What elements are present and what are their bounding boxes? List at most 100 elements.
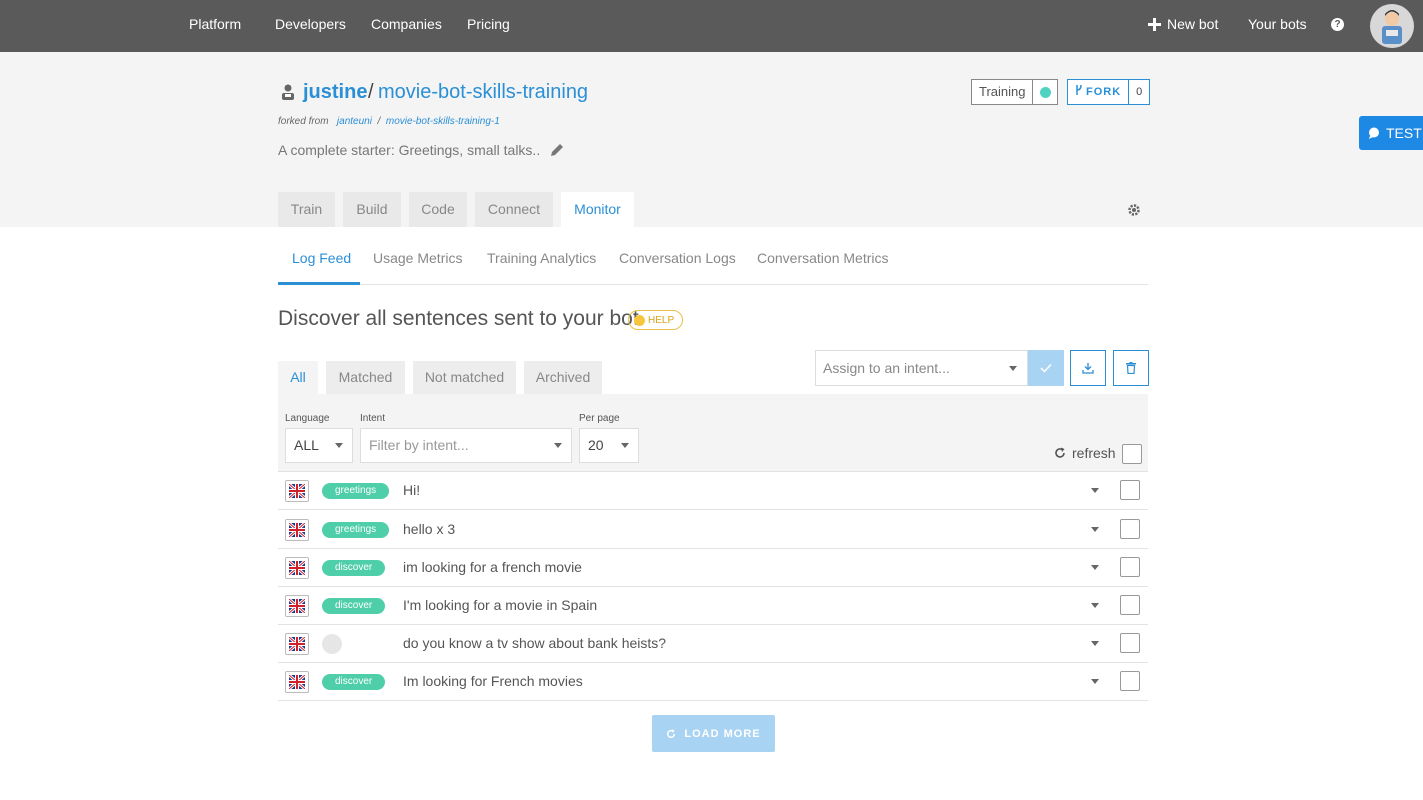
gear-icon[interactable] <box>1127 203 1141 217</box>
chevron-down-icon[interactable] <box>1091 527 1099 532</box>
fork-label-wrap: FORK <box>1068 80 1130 104</box>
log-sentence: Hi! <box>403 482 421 498</box>
load-more-button[interactable]: LOAD MORE <box>652 715 775 752</box>
new-bot-button[interactable]: New bot <box>1148 16 1218 32</box>
chat-bubble-icon <box>1369 127 1379 139</box>
uk-flag-icon <box>285 557 309 579</box>
nav-your-bots[interactable]: Your bots <box>1248 16 1307 32</box>
bot-owner-link[interactable]: justine <box>303 81 367 104</box>
log-row: discover I'm looking for a movie in Spai… <box>278 587 1148 625</box>
assign-intent-placeholder: Assign to an intent... <box>823 360 950 376</box>
refresh-label: refresh <box>1072 445 1116 461</box>
refresh-icon <box>1055 447 1065 458</box>
nav-developers[interactable]: Developers <box>275 16 346 32</box>
log-row: discover im looking for a french movie <box>278 549 1148 587</box>
subtab-usage-metrics[interactable]: Usage Metrics <box>373 250 462 266</box>
intent-filter-select[interactable]: Filter by intent... <box>360 428 572 463</box>
nav-companies[interactable]: Companies <box>371 16 442 32</box>
row-checkbox[interactable] <box>1120 519 1140 539</box>
intent-label: Intent <box>360 413 386 424</box>
filter-tab-archived[interactable]: Archived <box>524 361 602 394</box>
log-row: discover Im looking for French movies <box>278 663 1148 701</box>
tab-build[interactable]: Build <box>343 192 401 227</box>
chevron-down-icon[interactable] <box>1091 488 1099 493</box>
help-label: HELP <box>648 314 675 326</box>
select-all-checkbox[interactable] <box>1122 444 1142 464</box>
filter-tab-all[interactable]: All <box>278 361 318 394</box>
per-page-select[interactable]: 20 <box>579 428 639 463</box>
subtab-log-feed[interactable]: Log Feed <box>292 250 351 266</box>
log-row: greetings Hi! <box>278 472 1148 510</box>
subtab-divider <box>278 284 1148 285</box>
plus-icon <box>1148 17 1161 31</box>
refresh-icon <box>667 728 676 738</box>
fork-source-separator: / <box>377 116 381 127</box>
intent-pill[interactable]: discover <box>322 598 386 614</box>
subtab-conversation-logs[interactable]: Conversation Logs <box>619 250 736 266</box>
fork-source-user-link[interactable]: janteuni <box>337 116 372 127</box>
chevron-down-icon[interactable] <box>1091 641 1099 646</box>
load-more-label: LOAD MORE <box>684 727 761 740</box>
new-bot-label: New bot <box>1167 16 1219 32</box>
fork-button[interactable]: FORK 0 <box>1067 79 1151 105</box>
fork-label: FORK <box>1086 86 1122 98</box>
status-dot-icon <box>1033 80 1057 104</box>
intent-pill[interactable]: greetings <box>322 483 390 499</box>
row-checkbox[interactable] <box>1120 595 1140 615</box>
bot-path-separator: / <box>368 81 374 103</box>
uk-flag-icon <box>285 480 309 502</box>
intent-pill[interactable]: greetings <box>322 522 390 538</box>
filter-tab-not-matched[interactable]: Not matched <box>413 361 516 394</box>
help-badge[interactable]: HELP <box>628 310 684 330</box>
language-select[interactable]: ALL <box>285 428 353 463</box>
intent-pill[interactable]: discover <box>322 674 386 690</box>
chevron-down-icon <box>621 443 629 448</box>
chevron-down-icon <box>554 443 562 448</box>
tab-connect[interactable]: Connect <box>475 192 553 227</box>
tab-code[interactable]: Code <box>409 192 467 227</box>
delete-button[interactable] <box>1113 350 1149 386</box>
uk-flag-icon <box>285 671 309 693</box>
row-checkbox[interactable] <box>1120 633 1140 653</box>
log-sentence: Im looking for French movies <box>403 673 583 689</box>
row-checkbox[interactable] <box>1120 557 1140 577</box>
bot-description: A complete starter: Greetings, small tal… <box>278 142 564 158</box>
intent-pill[interactable]: discover <box>322 560 386 576</box>
tab-train[interactable]: Train <box>278 192 335 227</box>
test-bot-button[interactable]: TEST <box>1359 116 1423 150</box>
bot-name-link[interactable]: movie-bot-skills-training <box>378 81 588 104</box>
uk-flag-icon <box>285 595 309 617</box>
per-page-value: 20 <box>588 437 604 453</box>
nav-pricing[interactable]: Pricing <box>467 16 510 32</box>
row-checkbox[interactable] <box>1120 480 1140 500</box>
archive-button[interactable] <box>1070 350 1106 386</box>
subtab-training-analytics[interactable]: Training Analytics <box>487 250 596 266</box>
filter-tab-matched[interactable]: Matched <box>326 361 405 394</box>
assign-intent-select[interactable]: Assign to an intent... <box>815 350 1028 386</box>
help-face-icon <box>634 314 645 326</box>
subtab-conversation-metrics[interactable]: Conversation Metrics <box>757 250 889 266</box>
fork-icon <box>1076 84 1082 95</box>
no-intent-placeholder[interactable] <box>322 634 342 654</box>
bot-description-text: A complete starter: Greetings, small tal… <box>278 142 541 158</box>
help-circle-icon[interactable]: ? <box>1331 18 1344 31</box>
fork-source-bot-link[interactable]: movie-bot-skills-training-1 <box>386 116 500 127</box>
chevron-down-icon[interactable] <box>1091 565 1099 570</box>
row-checkbox[interactable] <box>1120 671 1140 691</box>
nav-platform[interactable]: Platform <box>189 16 241 32</box>
chevron-down-icon <box>335 443 343 448</box>
page-title: Discover all sentences sent to your bot <box>278 307 639 330</box>
tab-monitor[interactable]: Monitor <box>561 192 634 227</box>
user-avatar[interactable] <box>1370 4 1414 48</box>
top-navbar: Platform Developers Companies Pricing Ne… <box>0 0 1423 52</box>
subtab-active-indicator <box>278 282 360 285</box>
chevron-down-icon[interactable] <box>1091 603 1099 608</box>
chevron-down-icon[interactable] <box>1091 679 1099 684</box>
download-icon <box>1082 362 1094 374</box>
user-icon <box>282 84 294 100</box>
confirm-assign-button[interactable] <box>1028 350 1064 386</box>
intent-filter-placeholder: Filter by intent... <box>369 437 469 453</box>
refresh-button[interactable]: refresh <box>1054 445 1116 461</box>
pencil-icon[interactable] <box>550 143 564 157</box>
avatar-icon <box>1382 10 1402 44</box>
